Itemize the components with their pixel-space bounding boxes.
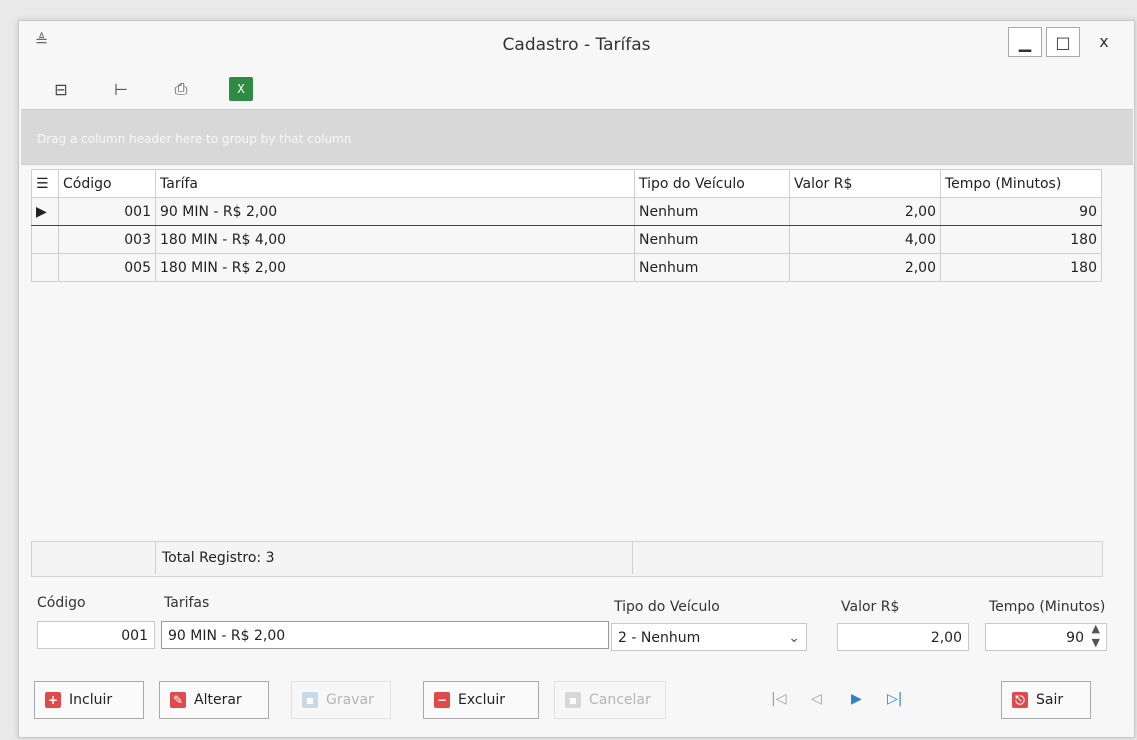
toolbar: ⊟ ⊢ ⎙ X <box>49 77 253 101</box>
data-grid: ☰ Código Tarífa Tipo do Veículo Valor R$… <box>31 169 1106 282</box>
minimize-button[interactable]: ▁ <box>1008 27 1042 57</box>
sair-button[interactable]: ⎋ Sair <box>1001 681 1091 719</box>
cancel-icon: ▪ <box>565 692 581 708</box>
row-indicator <box>31 225 59 254</box>
cell-valor[interactable]: 4,00 <box>789 225 941 254</box>
gravar-button[interactable]: ▪ Gravar <box>291 681 391 719</box>
row-indicator <box>31 253 59 282</box>
col-valor[interactable]: Valor R$ <box>789 169 941 198</box>
maximize-button[interactable]: □ <box>1046 27 1080 57</box>
hierarchy-icon[interactable]: ⊢ <box>109 77 133 101</box>
first-record-icon[interactable]: |◁ <box>771 691 786 707</box>
cell-tarifa[interactable]: 90 MIN - R$ 2,00 <box>155 197 635 226</box>
gravar-label: Gravar <box>326 692 374 708</box>
valor-label: Valor R$ <box>841 599 900 615</box>
col-codigo[interactable]: Código <box>58 169 156 198</box>
print-icon[interactable]: ⎙ <box>169 77 193 101</box>
table-row[interactable]: 005 180 MIN - R$ 2,00 Nenhum 2,00 180 <box>31 253 1102 282</box>
col-tarifa[interactable]: Tarífa <box>155 169 635 198</box>
tempo-stepper[interactable]: 90 ▲ ▼ <box>985 622 1107 651</box>
tarifas-field[interactable]: 90 MIN - R$ 2,00 <box>161 621 609 649</box>
cell-tempo[interactable]: 180 <box>940 253 1102 282</box>
tipo-label: Tipo do Veículo <box>614 599 720 615</box>
sair-label: Sair <box>1036 692 1064 708</box>
cell-tipo[interactable]: Nenhum <box>634 197 790 226</box>
cell-valor[interactable]: 2,00 <box>789 253 941 282</box>
cell-tipo[interactable]: Nenhum <box>634 225 790 254</box>
excel-icon[interactable]: X <box>229 77 253 101</box>
tarifas-label: Tarifas <box>164 595 210 611</box>
codigo-label: Código <box>37 595 86 611</box>
tipo-select[interactable]: 2 - Nenhum ⌄ <box>611 623 807 651</box>
next-record-icon[interactable]: ▶ <box>851 691 862 707</box>
chevron-down-icon[interactable]: ⌄ <box>788 624 800 652</box>
total-records: Total Registro: 3 <box>155 542 633 574</box>
incluir-label: Incluir <box>69 692 113 708</box>
spinner-icon[interactable]: ▲ ▼ <box>1092 622 1100 650</box>
excluir-button[interactable]: − Excluir <box>423 681 539 719</box>
header-row: ☰ Código Tarífa Tipo do Veículo Valor R$… <box>31 169 1102 198</box>
plus-icon: + <box>45 692 61 708</box>
window-title: Cadastro - Tarífas <box>502 35 651 55</box>
minus-icon: − <box>434 692 450 708</box>
cell-tempo[interactable]: 180 <box>940 225 1102 254</box>
tempo-value: 90 <box>1066 630 1084 646</box>
col-tempo[interactable]: Tempo (Minutos) <box>940 169 1102 198</box>
cell-tipo[interactable]: Nenhum <box>634 253 790 282</box>
tree-icon[interactable]: ⊟ <box>49 77 73 101</box>
exit-icon: ⎋ <box>1012 692 1028 708</box>
group-hint: Drag a column header here to group by th… <box>37 132 352 146</box>
col-tipo[interactable]: Tipo do Veículo <box>634 169 790 198</box>
cell-codigo[interactable]: 003 <box>58 225 156 254</box>
cell-codigo[interactable]: 005 <box>58 253 156 282</box>
alterar-button[interactable]: ✎ Alterar <box>159 681 269 719</box>
column-chooser-icon[interactable]: ☰ <box>31 169 59 198</box>
window-controls: ▁ □ x <box>1008 27 1124 57</box>
title-bar: ≜ Cadastro - Tarífas ▁ □ x <box>19 21 1134 69</box>
cell-tarifa[interactable]: 180 MIN - R$ 2,00 <box>155 253 635 282</box>
incluir-button[interactable]: + Incluir <box>34 681 144 719</box>
group-by-panel[interactable]: Drag a column header here to group by th… <box>21 109 1133 165</box>
table-row[interactable]: ▶ 001 90 MIN - R$ 2,00 Nenhum 2,00 90 <box>31 197 1102 226</box>
last-record-icon[interactable]: ▷| <box>887 691 902 707</box>
grid-footer: Total Registro: 3 <box>31 541 1103 577</box>
alterar-label: Alterar <box>194 692 242 708</box>
cell-tempo[interactable]: 90 <box>940 197 1102 226</box>
tempo-label: Tempo (Minutos) <box>989 599 1106 615</box>
cell-tarifa[interactable]: 180 MIN - R$ 4,00 <box>155 225 635 254</box>
cell-codigo[interactable]: 001 <box>58 197 156 226</box>
save-icon: ▪ <box>302 692 318 708</box>
cancelar-button[interactable]: ▪ Cancelar <box>554 681 666 719</box>
close-button[interactable]: x <box>1084 27 1124 55</box>
main-window: ≜ Cadastro - Tarífas ▁ □ x ⊟ ⊢ ⎙ X Drag … <box>18 20 1135 738</box>
previous-record-icon[interactable]: ◁ <box>811 691 822 707</box>
tipo-value: 2 - Nenhum <box>618 630 701 646</box>
cell-valor[interactable]: 2,00 <box>789 197 941 226</box>
table-row[interactable]: 003 180 MIN - R$ 4,00 Nenhum 4,00 180 <box>31 225 1102 254</box>
edit-icon: ✎ <box>170 692 186 708</box>
excluir-label: Excluir <box>458 692 505 708</box>
codigo-field[interactable]: 001 <box>37 621 155 649</box>
cancelar-label: Cancelar <box>589 692 651 708</box>
valor-field[interactable]: 2,00 <box>837 623 969 651</box>
row-indicator-icon: ▶ <box>31 197 59 226</box>
